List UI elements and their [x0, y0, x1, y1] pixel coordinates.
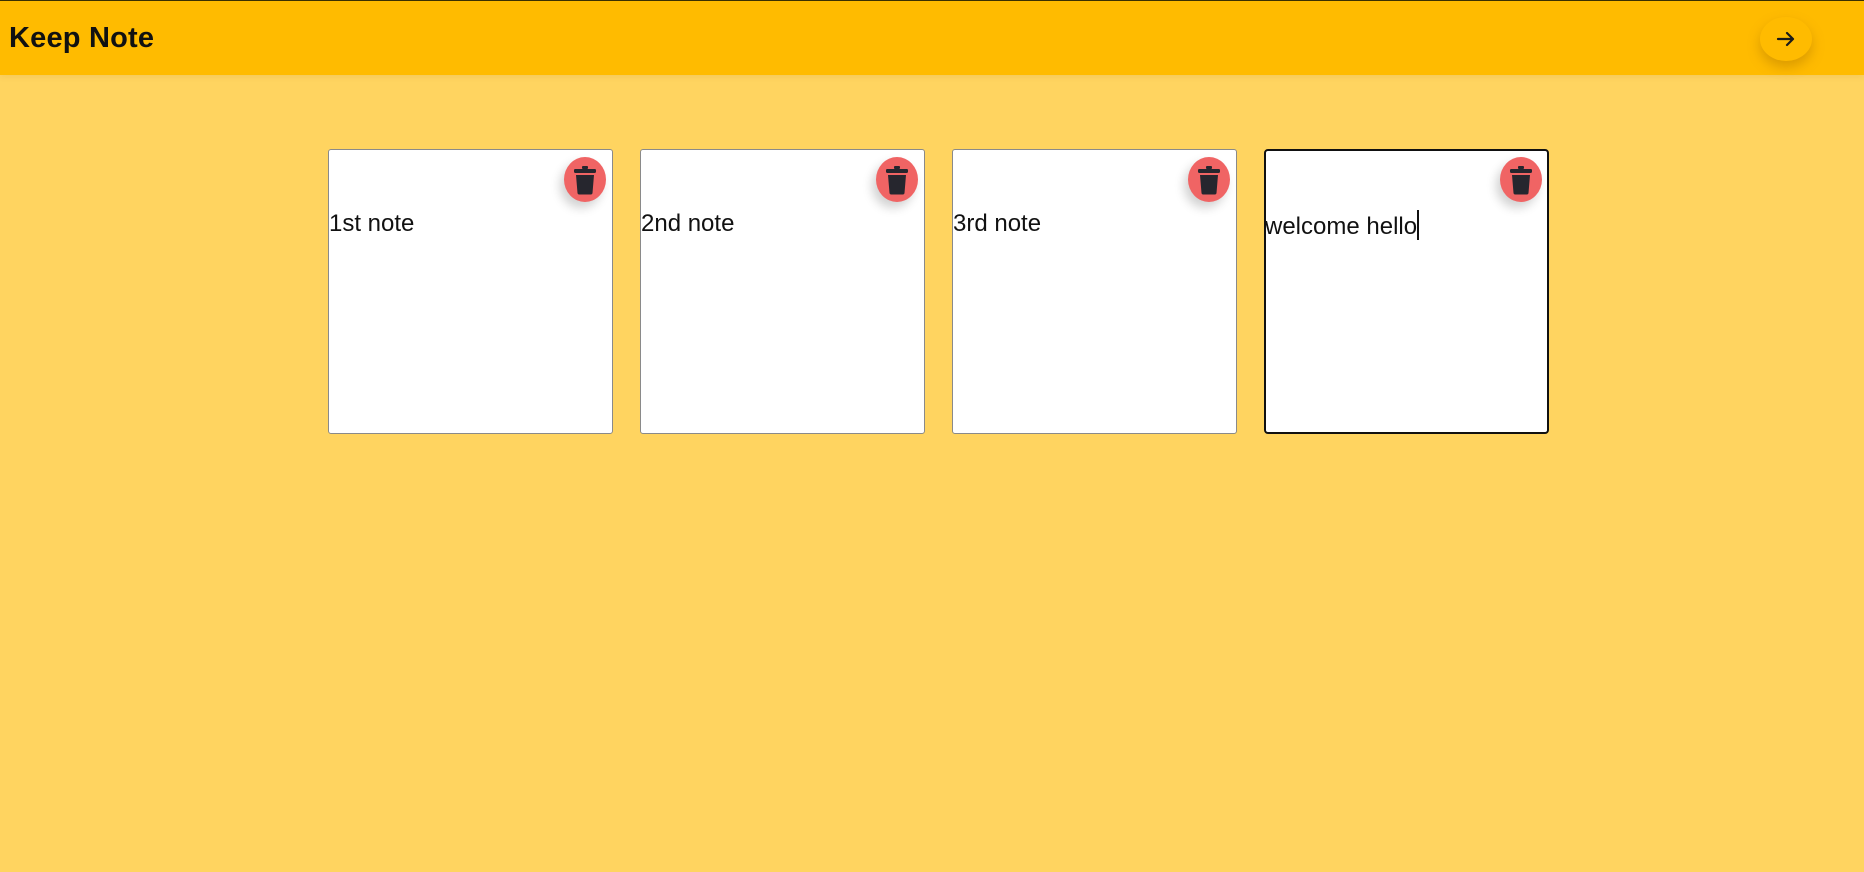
trash-icon: [1198, 165, 1220, 194]
delete-note-button[interactable]: [1188, 157, 1230, 202]
note-text[interactable]: 1st note: [329, 210, 612, 238]
text-caret: [1417, 210, 1420, 240]
trash-icon: [1510, 165, 1532, 194]
note-card[interactable]: 3rd note: [952, 149, 1237, 434]
delete-note-button[interactable]: [1500, 157, 1542, 202]
top-app-bar: Keep Note: [0, 0, 1864, 75]
forward-button[interactable]: [1760, 17, 1812, 61]
note-card-active[interactable]: welcome hello: [1264, 149, 1549, 434]
notes-grid: 1st note 2nd note 3rd note welcome hello: [328, 149, 1549, 434]
app-title: Keep Note: [9, 22, 155, 54]
trash-icon: [574, 165, 596, 194]
note-card[interactable]: 2nd note: [640, 149, 925, 434]
delete-note-button[interactable]: [564, 157, 606, 202]
note-text-editing[interactable]: welcome hello: [1265, 210, 1546, 241]
note-text-value: welcome hello: [1265, 213, 1418, 240]
note-text[interactable]: 2nd note: [641, 210, 924, 238]
trash-icon: [886, 165, 908, 194]
note-text[interactable]: 3rd note: [953, 210, 1236, 238]
arrow-right-icon: [1776, 31, 1795, 47]
delete-note-button[interactable]: [876, 157, 918, 202]
note-card[interactable]: 1st note: [328, 149, 613, 434]
